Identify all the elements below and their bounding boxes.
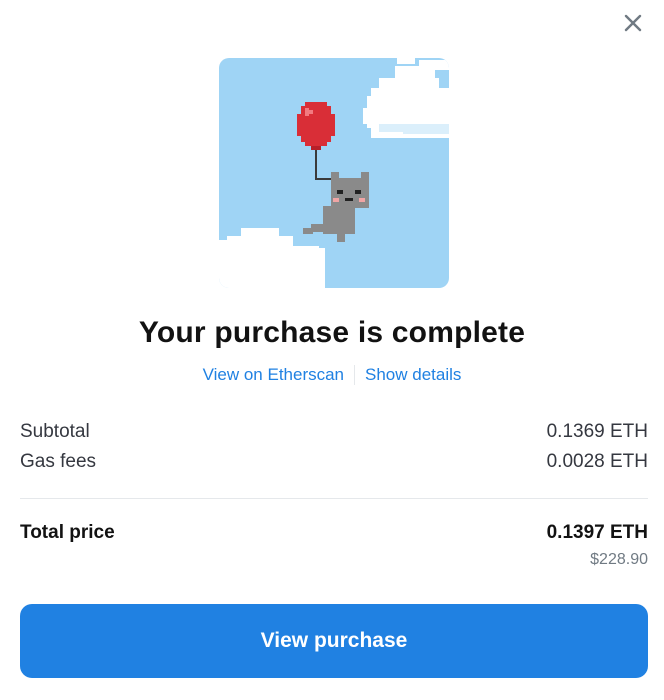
- total-price-usd: $228.90: [590, 551, 648, 568]
- page-title: Your purchase is complete: [138, 316, 526, 349]
- subtotal-value: 0.1369 ETH: [546, 421, 648, 442]
- total-price-value: 0.1397 ETH: [546, 522, 648, 543]
- close-button[interactable]: [620, 10, 646, 36]
- summary-divider: [20, 498, 648, 499]
- gas-fees-value: 0.0028 ETH: [546, 451, 648, 472]
- total-price-label: Total price: [20, 522, 115, 543]
- show-details-link[interactable]: Show details: [355, 365, 471, 385]
- gas-fees-row: Gas fees 0.0028 ETH: [20, 451, 648, 473]
- gas-fees-label: Gas fees: [20, 451, 97, 472]
- subtotal-row: Subtotal 0.1369 ETH: [20, 421, 648, 443]
- total-price-row: Total price 0.1397 ETH: [20, 522, 648, 544]
- transaction-links: View on Etherscan Show details: [0, 365, 664, 385]
- nft-image: [219, 58, 449, 288]
- purchase-complete-modal: Your purchase is complete View on Ethers…: [0, 0, 664, 700]
- view-purchase-button[interactable]: View purchase: [20, 604, 648, 678]
- close-icon: [624, 14, 642, 32]
- subtotal-label: Subtotal: [20, 421, 90, 442]
- view-on-etherscan-link[interactable]: View on Etherscan: [193, 365, 354, 385]
